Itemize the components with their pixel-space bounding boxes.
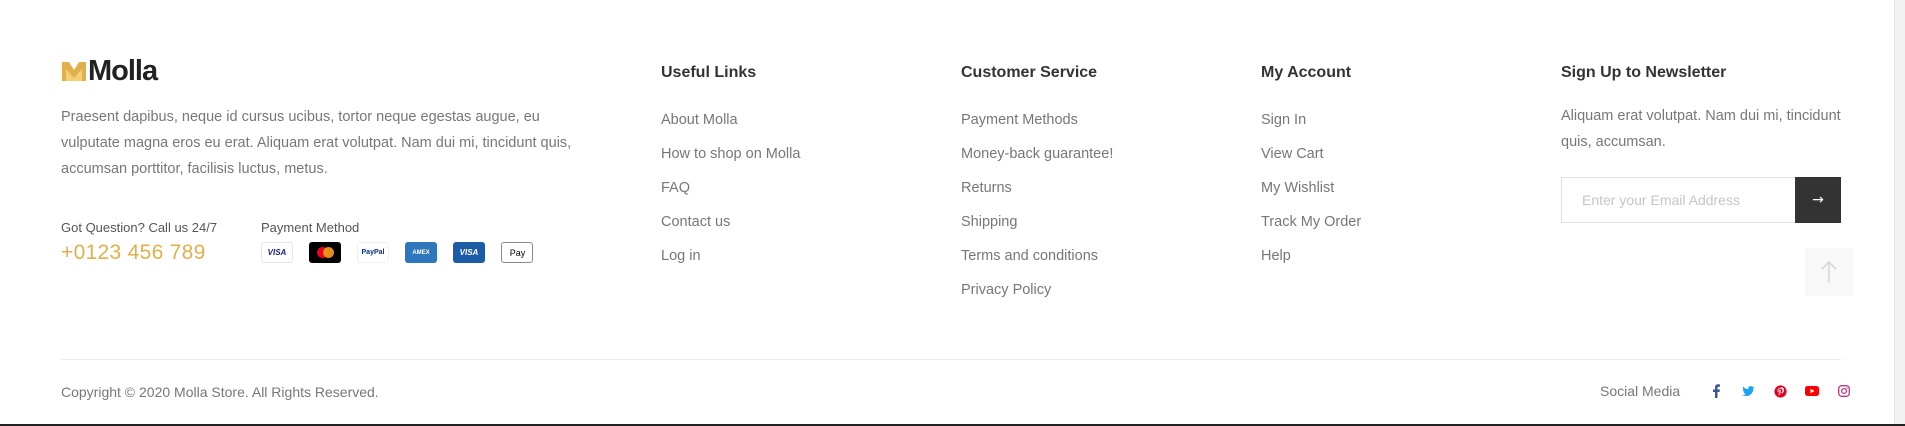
contact-phone-link[interactable]: +0123 456 789 — [61, 241, 217, 265]
social-media: Social Media — [1600, 383, 1852, 399]
link-view-cart[interactable]: View Cart — [1261, 137, 1361, 171]
about-text: Praesent dapibus, neque id cursus ucibus… — [61, 109, 572, 177]
apple-pay-icon: Pay — [501, 242, 533, 263]
social-media-label: Social Media — [1600, 383, 1681, 399]
logo-text: Molla — [88, 55, 158, 87]
pinterest-icon[interactable] — [1772, 383, 1788, 399]
newsletter-submit-button[interactable]: → — [1795, 177, 1841, 223]
footer: Molla Praesent dapibus, neque id cursus … — [0, 0, 1905, 426]
link-privacy[interactable]: Privacy Policy — [961, 273, 1113, 307]
copyright-text: Copyright © 2020 Molla Store. All Rights… — [61, 384, 379, 400]
american-express-icon: AMEX — [405, 242, 437, 263]
contact-label: Got Question? Call us 24/7 — [61, 220, 218, 235]
newsletter-text: Aliquam erat volutpat. Nam dui mi, tinci… — [1561, 108, 1841, 150]
my-account-title: My Account — [1261, 64, 1352, 81]
link-terms[interactable]: Terms and conditions — [961, 239, 1113, 273]
link-login[interactable]: Log in — [661, 239, 800, 273]
payment-block: Payment Method VISA PayPal AMEX VISA Pay — [261, 220, 549, 263]
payment-label: Payment Method — [261, 220, 360, 235]
my-account-list: Sign In View Cart My Wishlist Track My O… — [1261, 103, 1361, 273]
scroll-to-top-button[interactable] — [1805, 248, 1853, 296]
instagram-icon[interactable] — [1836, 383, 1852, 399]
newsletter-title: Sign Up to Newsletter — [1561, 64, 1727, 81]
paypal-icon: PayPal — [357, 242, 389, 263]
customer-service-title: Customer Service — [961, 64, 1098, 81]
arrow-right-icon: → — [1812, 192, 1824, 208]
link-how-to-shop[interactable]: How to shop on Molla — [661, 137, 800, 171]
page-scrollbar[interactable] — [1894, 0, 1905, 426]
useful-links-column: Useful Links About Molla How to shop on … — [661, 63, 800, 273]
footer-divider — [61, 359, 1841, 360]
visa-icon: VISA — [261, 242, 293, 263]
link-wishlist[interactable]: My Wishlist — [1261, 171, 1361, 205]
customer-service-list: Payment Methods Money-back guarantee! Re… — [961, 103, 1113, 307]
visa-electron-icon: VISA — [453, 242, 485, 263]
link-faq[interactable]: FAQ — [661, 171, 800, 205]
newsletter-form: → — [1561, 177, 1841, 223]
link-payment-methods[interactable]: Payment Methods — [961, 103, 1113, 137]
logo-mark-icon — [62, 62, 86, 81]
contact-block: Got Question? Call us 24/7 +0123 456 789 — [61, 220, 217, 265]
link-shipping[interactable]: Shipping — [961, 205, 1113, 239]
logo[interactable]: Molla — [61, 55, 158, 87]
payment-cards: VISA PayPal AMEX VISA Pay — [261, 242, 549, 263]
my-account-column: My Account Sign In View Cart My Wishlist… — [1261, 63, 1361, 273]
facebook-icon[interactable] — [1708, 383, 1724, 399]
link-returns[interactable]: Returns — [961, 171, 1113, 205]
arrow-up-icon — [1821, 260, 1837, 283]
newsletter-email-input[interactable] — [1561, 177, 1795, 223]
mastercard-icon — [309, 242, 341, 263]
twitter-icon[interactable] — [1740, 383, 1756, 399]
link-track-order[interactable]: Track My Order — [1261, 205, 1361, 239]
link-contact[interactable]: Contact us — [661, 205, 800, 239]
customer-service-column: Customer Service Payment Methods Money-b… — [961, 63, 1113, 307]
youtube-icon[interactable] — [1804, 383, 1820, 399]
link-sign-in[interactable]: Sign In — [1261, 103, 1361, 137]
useful-links-title: Useful Links — [661, 64, 757, 81]
link-help[interactable]: Help — [1261, 239, 1361, 273]
link-about[interactable]: About Molla — [661, 103, 800, 137]
useful-links-list: About Molla How to shop on Molla FAQ Con… — [661, 103, 800, 273]
newsletter-column: Sign Up to Newsletter Aliquam erat volut… — [1561, 63, 1841, 223]
link-money-back[interactable]: Money-back guarantee! — [961, 137, 1113, 171]
